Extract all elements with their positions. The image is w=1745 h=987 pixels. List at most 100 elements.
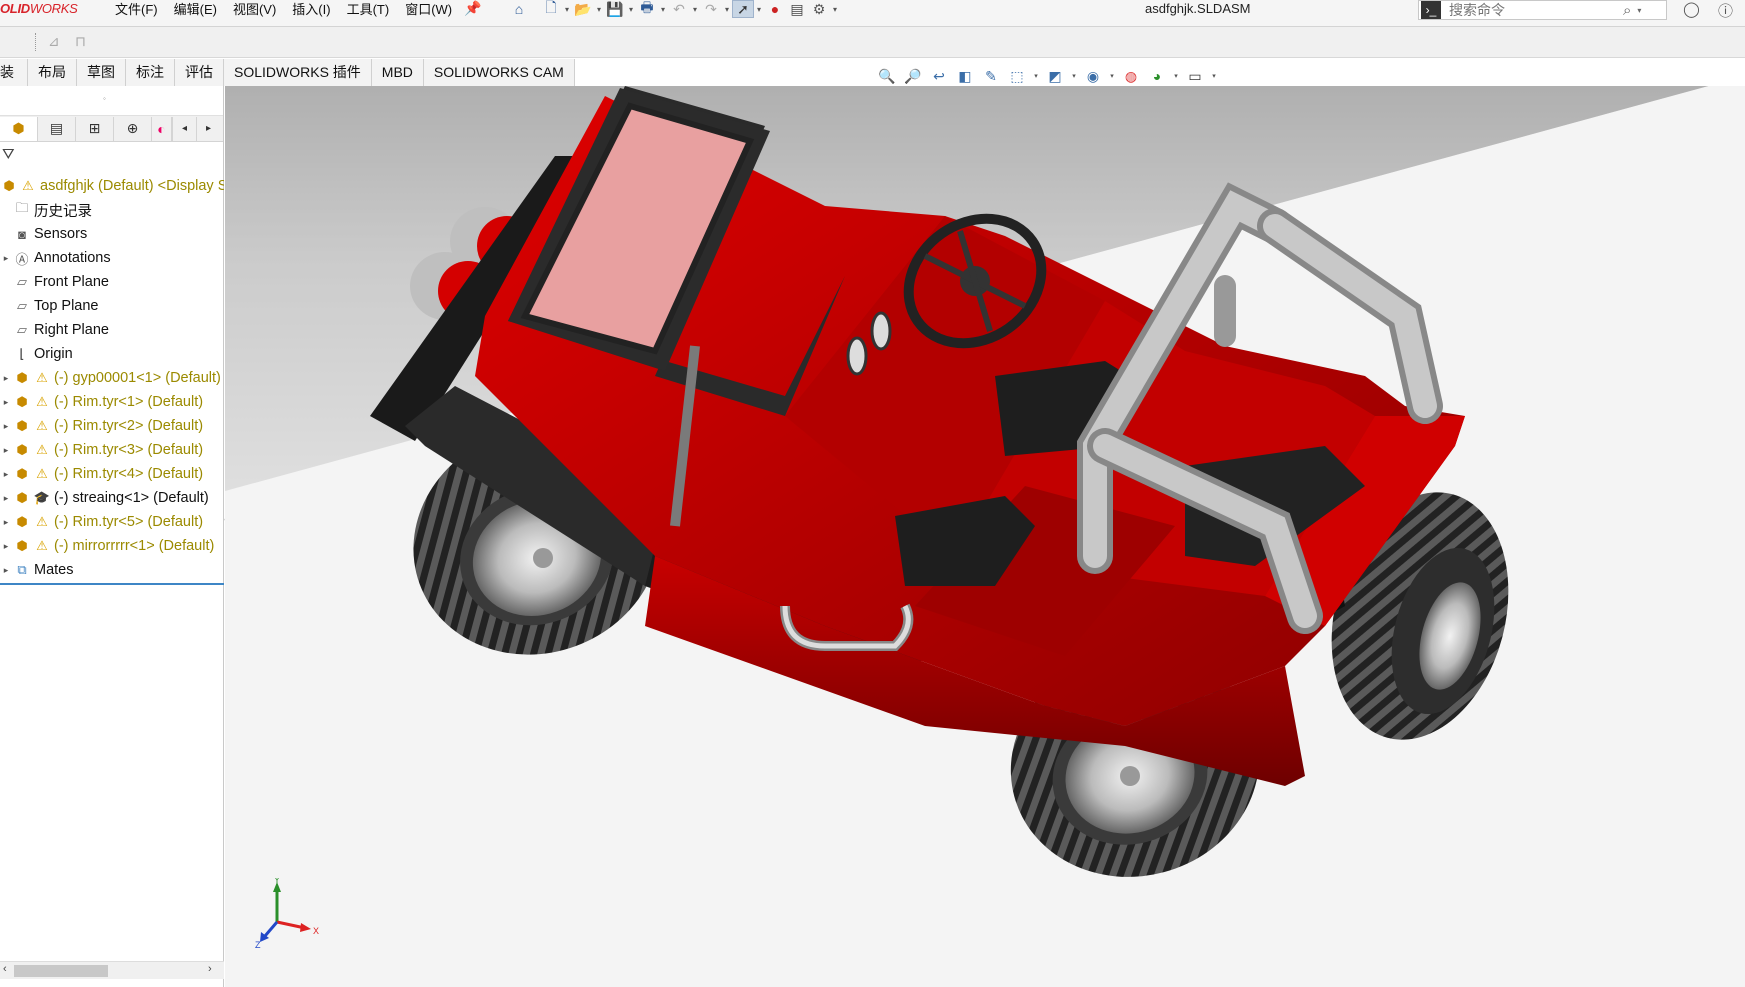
tree-item-history[interactable]: 🗀 历史记录 xyxy=(0,198,224,222)
tree-item-component[interactable]: ▸ ⬢ ⚠ (-) gyp00001<1> (Default) xyxy=(0,366,224,390)
scrollbar-thumb[interactable] xyxy=(14,965,108,977)
tree-item-component[interactable]: ▸ ⬢ ⚠ (-) Rim.tyr<1> (Default) xyxy=(0,390,224,414)
apply-scene-icon[interactable]: ◕ xyxy=(1145,66,1169,86)
chevron-down-icon[interactable]: ▾ xyxy=(594,5,604,14)
tab-addins[interactable]: SOLIDWORKS 插件 xyxy=(224,59,372,86)
chevron-down-icon[interactable]: ▾ xyxy=(1107,72,1117,80)
panel-scroll-right-icon[interactable]: ▸ xyxy=(196,116,220,141)
tree-item-origin[interactable]: ⌊ Origin xyxy=(0,342,224,366)
search-icon[interactable]: ⌕ xyxy=(1623,2,1631,19)
tree-item-component[interactable]: ▸ ⬢ ⚠ (-) Rim.tyr<4> (Default) xyxy=(0,462,224,486)
user-icon[interactable]: ◯ xyxy=(1683,0,1700,18)
pin-menu-icon[interactable]: 📌 xyxy=(464,0,481,17)
expand-arrow-icon[interactable]: ▸ xyxy=(0,445,12,456)
tree-item-component[interactable]: ▸ ⬢ ⚠ (-) Rim.tyr<2> (Default) xyxy=(0,414,224,438)
expand-arrow-icon[interactable]: ▸ xyxy=(0,397,12,408)
tree-item-root[interactable]: ⬢ ⚠ asdfghjk (Default) <Display State-1> xyxy=(0,174,224,198)
chevron-down-icon[interactable]: ▾ xyxy=(1031,72,1041,80)
tab-cam[interactable]: SOLIDWORKS CAM xyxy=(423,59,575,86)
jeep-3d-model[interactable] xyxy=(225,86,1745,987)
hide-show-items-icon[interactable]: ◉ xyxy=(1081,66,1105,86)
chevron-down-icon[interactable]: ▾ xyxy=(1637,6,1641,15)
sketch-tool-icon[interactable]: ⊿ xyxy=(48,33,60,50)
chevron-down-icon[interactable]: ▾ xyxy=(830,5,840,14)
graphics-area[interactable]: Y X Z xyxy=(225,86,1745,987)
section-view-icon[interactable]: ◧ xyxy=(953,66,977,86)
view-settings-icon[interactable]: ▭ xyxy=(1183,66,1207,86)
chevron-down-icon[interactable]: ▾ xyxy=(1209,72,1219,80)
scroll-left-icon[interactable]: ‹ xyxy=(3,963,7,975)
tree-item-annotations[interactable]: ▸ Ⓐ Annotations xyxy=(0,246,224,270)
chevron-down-icon[interactable]: ▾ xyxy=(658,5,668,14)
expand-arrow-icon[interactable]: ▸ xyxy=(0,469,12,480)
smart-dimension-icon[interactable]: ⊓ xyxy=(75,33,86,50)
tree-item-component[interactable]: ▸ ⬢ 🎓 (-) streaing<1> (Default) xyxy=(0,486,224,510)
save-icon[interactable]: 💾 xyxy=(604,0,626,18)
search-input[interactable] xyxy=(1449,2,1619,18)
help-icon[interactable]: ⓘ xyxy=(1718,0,1733,21)
tab-sketch[interactable]: 草图 xyxy=(77,59,126,86)
expand-arrow-icon[interactable]: ▸ xyxy=(0,541,12,552)
tab-mbd[interactable]: MBD xyxy=(371,59,424,86)
home-icon[interactable]: ⌂ xyxy=(508,0,530,18)
display-manager-tab-icon[interactable]: ◐ xyxy=(152,116,172,141)
expand-arrow-icon[interactable]: ▸ xyxy=(0,493,12,504)
chevron-down-icon[interactable]: ▾ xyxy=(722,5,732,14)
select-cursor-icon[interactable]: ➚ xyxy=(732,0,754,18)
menu-tools[interactable]: 工具(T) xyxy=(339,1,398,19)
expand-arrow-icon[interactable]: ▸ xyxy=(0,253,12,264)
display-style-icon[interactable]: ◩ xyxy=(1043,66,1067,86)
chevron-down-icon[interactable]: ▾ xyxy=(626,5,636,14)
panel-scroll-left-icon[interactable]: ◂ xyxy=(172,116,196,141)
redo-icon[interactable]: ↷ xyxy=(700,0,722,18)
print-icon[interactable]: 🖶 xyxy=(636,0,658,18)
panel-horizontal-scrollbar[interactable]: ‹ › xyxy=(0,961,224,979)
dynamic-annotation-icon[interactable]: ✎ xyxy=(979,66,1003,86)
edit-appearance-icon[interactable]: ◍ xyxy=(1119,66,1143,86)
tree-item-mates[interactable]: ▸ ⧉ Mates xyxy=(0,558,224,582)
traffic-light-icon[interactable]: ● xyxy=(764,0,786,18)
open-folder-icon[interactable]: 📂 xyxy=(572,0,594,18)
gear-icon[interactable]: ⚙ xyxy=(808,0,830,18)
menu-file[interactable]: 文件(F) xyxy=(107,1,166,19)
tab-layout[interactable]: 布局 xyxy=(28,59,77,86)
view-orientation-icon[interactable]: ⬚ xyxy=(1005,66,1029,86)
expand-arrow-icon[interactable]: ▸ xyxy=(0,517,12,528)
chevron-down-icon[interactable]: ▾ xyxy=(690,5,700,14)
zoom-to-area-icon[interactable]: 🔎 xyxy=(901,66,925,86)
undo-icon[interactable]: ↶ xyxy=(668,0,690,18)
chevron-down-icon[interactable]: ▾ xyxy=(1171,72,1181,80)
expand-arrow-icon[interactable]: ▸ xyxy=(0,565,12,576)
expand-arrow-icon[interactable]: ▸ xyxy=(0,421,12,432)
solidworks-logo[interactable]: OLIDWORKS xyxy=(0,1,78,16)
chevron-down-icon[interactable]: ▾ xyxy=(562,5,572,14)
tree-item-sensors[interactable]: ◙ Sensors xyxy=(0,222,224,246)
scroll-right-icon[interactable]: › xyxy=(208,963,212,975)
new-document-icon[interactable]: 🗋 xyxy=(540,0,562,18)
rollback-bar[interactable] xyxy=(0,583,224,585)
chevron-down-icon[interactable]: ▾ xyxy=(754,5,764,14)
tree-item-component[interactable]: ▸ ⬢ ⚠ (-) Rim.tyr<3> (Default) xyxy=(0,438,224,462)
tree-item-front-plane[interactable]: ▱ Front Plane xyxy=(0,270,224,294)
expand-arrow-icon[interactable]: ▸ xyxy=(0,373,12,384)
chevron-down-icon[interactable]: ▾ xyxy=(1069,72,1079,80)
tree-item-top-plane[interactable]: ▱ Top Plane xyxy=(0,294,224,318)
panel-drag-handle[interactable]: ◦ xyxy=(103,94,106,103)
tree-item-component[interactable]: ▸ ⬢ ⚠ (-) Rim.tyr<5> (Default) xyxy=(0,510,224,534)
menu-insert[interactable]: 插入(I) xyxy=(284,1,338,19)
tree-item-component[interactable]: ▸ ⬢ ⚠ (-) mirrorrrrr<1> (Default) xyxy=(0,534,224,558)
tab-evaluate[interactable]: 评估 xyxy=(175,59,224,86)
feature-manager-tab-icon[interactable]: ⬢ xyxy=(0,116,38,141)
configuration-manager-tab-icon[interactable]: ⊞ xyxy=(76,116,114,141)
tree-item-right-plane[interactable]: ▱ Right Plane xyxy=(0,318,224,342)
menu-window[interactable]: 窗口(W) xyxy=(397,1,460,19)
filter-icon[interactable]: ⛛ xyxy=(2,146,15,163)
tab-markup[interactable]: 标注 xyxy=(126,59,175,86)
file-properties-icon[interactable]: ▤ xyxy=(786,0,808,18)
dimxpert-tab-icon[interactable]: ⊕ xyxy=(114,116,152,141)
previous-view-icon[interactable]: ↩ xyxy=(927,66,951,86)
menu-edit[interactable]: 编辑(E) xyxy=(166,1,225,19)
zoom-to-fit-icon[interactable]: 🔍 xyxy=(875,66,899,86)
toolbar-grip[interactable] xyxy=(35,33,37,51)
property-manager-tab-icon[interactable]: ▤ xyxy=(38,116,76,141)
